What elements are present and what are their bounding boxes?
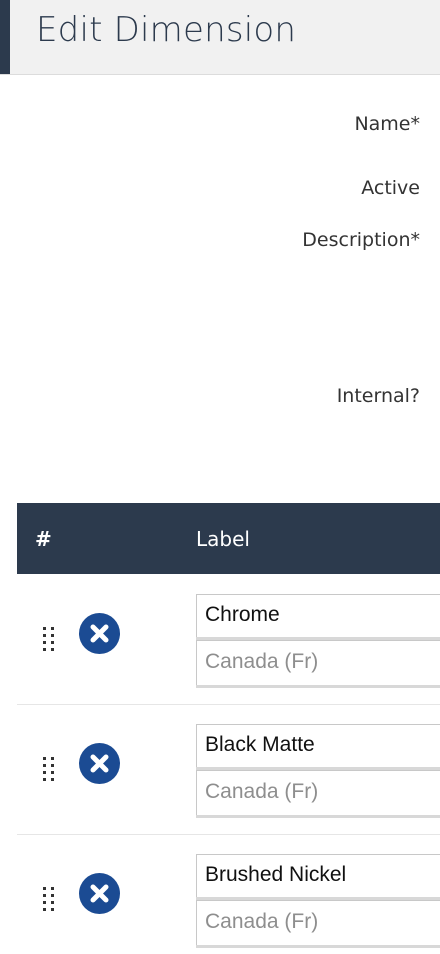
edit-dimension-page: Edit Dimension Name* Active Description*… xyxy=(0,0,440,954)
drag-handle-icon[interactable] xyxy=(41,755,59,787)
remove-row-button[interactable] xyxy=(79,873,120,914)
close-icon xyxy=(90,884,109,903)
close-icon xyxy=(90,754,109,773)
label-input[interactable]: Black Matte xyxy=(196,724,440,768)
translation-input[interactable]: Canada (Fr) xyxy=(196,640,440,686)
drag-handle-icon[interactable] xyxy=(41,885,59,917)
remove-row-button[interactable] xyxy=(79,613,120,654)
column-header-label: Label xyxy=(196,527,250,551)
label-input[interactable]: Chrome xyxy=(196,594,440,638)
active-label: Active xyxy=(361,177,420,199)
label-input[interactable]: Brushed Nickel xyxy=(196,854,440,898)
input-divider xyxy=(196,685,440,688)
page-header: Edit Dimension xyxy=(0,0,440,75)
table-header: # Label xyxy=(17,503,440,574)
table-row: Black Matte Canada (Fr) xyxy=(17,705,440,835)
input-divider xyxy=(196,815,440,818)
description-label: Description* xyxy=(302,229,420,251)
drag-handle-icon[interactable] xyxy=(41,625,59,657)
internal-label: Internal? xyxy=(336,385,420,407)
close-icon xyxy=(90,624,109,643)
page-title: Edit Dimension xyxy=(36,10,297,50)
translation-input[interactable]: Canada (Fr) xyxy=(196,900,440,946)
table-row: Brushed Nickel Canada (Fr) xyxy=(17,835,440,954)
translation-input[interactable]: Canada (Fr) xyxy=(196,770,440,816)
table-row: Chrome Canada (Fr) xyxy=(17,575,440,705)
header-accent-bar xyxy=(0,0,10,74)
remove-row-button[interactable] xyxy=(79,743,120,784)
input-divider xyxy=(196,945,440,948)
column-header-number: # xyxy=(35,527,52,551)
name-label: Name* xyxy=(354,113,420,135)
